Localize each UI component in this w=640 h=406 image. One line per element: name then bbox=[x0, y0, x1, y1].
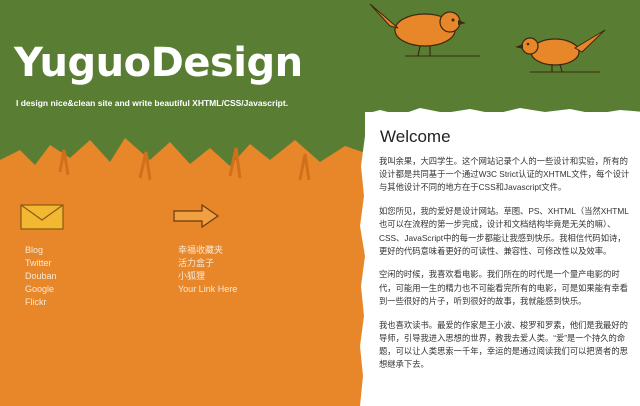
arrow-right-icon[interactable] bbox=[172, 203, 220, 229]
social-links: Blog Twitter Douban Google Flickr bbox=[25, 244, 57, 309]
link-item: Douban bbox=[25, 270, 57, 283]
link-item: 小狐狸 bbox=[178, 270, 237, 283]
link-item: Blog bbox=[25, 244, 57, 257]
link-item: Google bbox=[25, 283, 57, 296]
friend-link-3[interactable]: 小狐狸 bbox=[178, 271, 205, 281]
bird-left-icon bbox=[369, 3, 480, 57]
bird-right-icon bbox=[515, 29, 606, 73]
paragraph: 空闲的时候，我喜欢看电影。我们所在的时代是一个量产电影的时代，可能用一生的精力也… bbox=[379, 269, 628, 306]
paragraph: 如您所见，我的爱好是设计网站。草图、PS、XHTML（当然XHTML也可以在流程… bbox=[379, 206, 629, 256]
your-link-here[interactable]: Your Link Here bbox=[178, 284, 237, 294]
link-item: Flickr bbox=[25, 296, 57, 309]
link-item: Twitter bbox=[25, 257, 57, 270]
paragraph: 我也喜欢读书。最爱的作家是王小波、梭罗和罗素，他们是我最好的导师，引导我进入思想… bbox=[379, 319, 628, 370]
link-item: Your Link Here bbox=[178, 283, 237, 296]
tagline: I design nice&clean site and write beaut… bbox=[16, 98, 289, 108]
envelope-icon[interactable] bbox=[18, 200, 66, 232]
google-link[interactable]: Google bbox=[25, 284, 54, 294]
friend-link-2[interactable]: 活力盒子 bbox=[178, 258, 214, 268]
link-item: 幸福收藏夹 bbox=[178, 244, 237, 257]
friend-link-1[interactable]: 幸福收藏夹 bbox=[178, 245, 223, 255]
birds-illustration bbox=[369, 3, 606, 73]
twitter-link[interactable]: Twitter bbox=[25, 258, 52, 268]
site-title[interactable]: YuguoDesign bbox=[14, 40, 303, 86]
link-item: 活力盒子 bbox=[178, 257, 237, 270]
welcome-heading: Welcome bbox=[380, 127, 451, 146]
douban-link[interactable]: Douban bbox=[25, 271, 57, 281]
paragraph: 我叫余果，大四学生。这个网站记录个人的一些设计和实验，所有的设计都是共同基于一个… bbox=[379, 156, 630, 193]
friend-links: 幸福收藏夹 活力盒子 小狐狸 Your Link Here bbox=[178, 244, 237, 296]
intro-text: 我叫余果，大四学生。这个网站记录个人的一些设计和实验，所有的设计都是共同基于一个… bbox=[379, 155, 631, 382]
flickr-link[interactable]: Flickr bbox=[25, 297, 47, 307]
blog-link[interactable]: Blog bbox=[25, 245, 43, 255]
brush-stroke-decoration bbox=[0, 138, 380, 210]
